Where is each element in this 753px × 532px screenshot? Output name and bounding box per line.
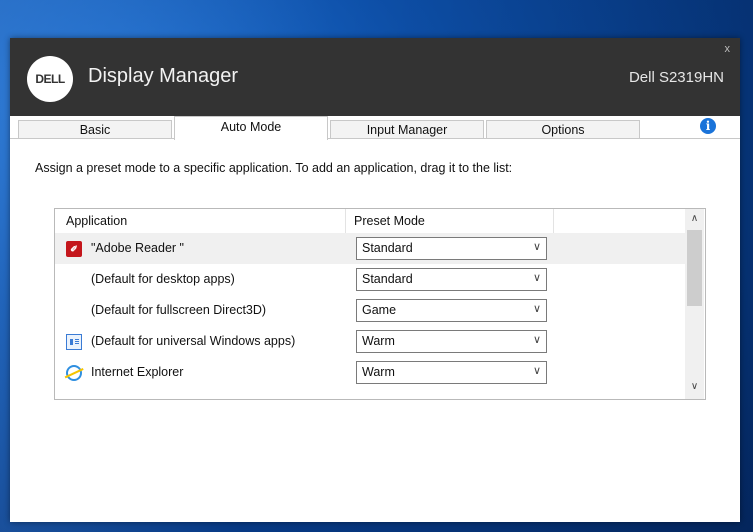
scroll-up-icon[interactable]: ∧ (685, 211, 704, 227)
vertical-scrollbar[interactable]: ∧ ∨ (685, 209, 704, 399)
tab-options[interactable]: Options (486, 120, 640, 139)
preset-mode-value: Warm (362, 365, 395, 379)
info-icon[interactable]: i (700, 118, 716, 134)
adobe-pdf-icon: ✐ (66, 241, 82, 257)
list-header: Application Preset Mode (55, 209, 685, 233)
tab-basic[interactable]: Basic (18, 120, 172, 139)
app-label: Internet Explorer (91, 365, 184, 379)
chevron-down-icon: ∨ (532, 272, 541, 284)
dell-logo: DELL (27, 56, 73, 102)
monitor-name: Dell S2319HN (628, 69, 724, 86)
header-separator (345, 209, 346, 233)
header-preset-mode[interactable]: Preset Mode (354, 209, 425, 233)
app-label: (Default for fullscreen Direct3D) (91, 303, 267, 317)
application-list[interactable]: Application Preset Mode ✐ "Adobe Reader … (54, 208, 706, 400)
tab-auto-mode[interactable]: Auto Mode (174, 116, 328, 140)
list-item[interactable]: (Default for universal Windows apps) War… (55, 326, 685, 357)
preset-mode-select[interactable]: Warm ∨ (356, 330, 547, 353)
list-item[interactable]: (Default for fullscreen Direct3D) Game ∨ (55, 295, 685, 326)
app-label: (Default for universal Windows apps) (91, 334, 296, 348)
dell-logo-text: DELL (35, 72, 65, 86)
list-item[interactable]: Internet Explorer Warm ∨ (55, 357, 685, 388)
instruction-text: Assign a preset mode to a specific appli… (35, 161, 513, 175)
preset-mode-value: Standard (362, 272, 413, 286)
windows-store-icon (66, 334, 82, 350)
list-item[interactable]: ✐ "Adobe Reader " Standard ∨ (55, 233, 685, 264)
display-manager-window: DELL Display Manager Dell S2319HN x Basi… (10, 38, 740, 522)
chevron-down-icon: ∨ (532, 334, 541, 346)
chevron-down-icon: ∨ (532, 241, 541, 253)
header-separator (553, 209, 554, 233)
list-item[interactable]: (Default for desktop apps) Standard ∨ (55, 264, 685, 295)
preset-mode-value: Warm (362, 334, 395, 348)
app-label: (Default for desktop apps) (91, 272, 235, 286)
chevron-down-icon: ∨ (532, 303, 541, 315)
title-bar[interactable]: DELL Display Manager Dell S2319HN x (10, 38, 740, 116)
header-application[interactable]: Application (66, 209, 127, 233)
preset-mode-value: Game (362, 303, 397, 317)
app-title: Display Manager (88, 65, 239, 87)
preset-mode-value: Standard (362, 241, 413, 255)
preset-mode-select[interactable]: Standard ∨ (356, 268, 547, 291)
close-icon[interactable]: x (725, 43, 731, 55)
scrollbar-thumb[interactable] (687, 230, 702, 306)
preset-mode-select[interactable]: Standard ∨ (356, 237, 547, 260)
tab-divider (10, 138, 740, 139)
preset-mode-select[interactable]: Warm ∨ (356, 361, 547, 384)
internet-explorer-icon (66, 365, 82, 381)
preset-mode-select[interactable]: Game ∨ (356, 299, 547, 322)
scroll-down-icon[interactable]: ∨ (685, 379, 704, 395)
tab-input-manager[interactable]: Input Manager (330, 120, 484, 139)
tab-bar: Basic Auto Mode Input Manager Options (10, 116, 740, 140)
chevron-down-icon: ∨ (532, 365, 541, 377)
app-label: "Adobe Reader " (91, 241, 184, 255)
